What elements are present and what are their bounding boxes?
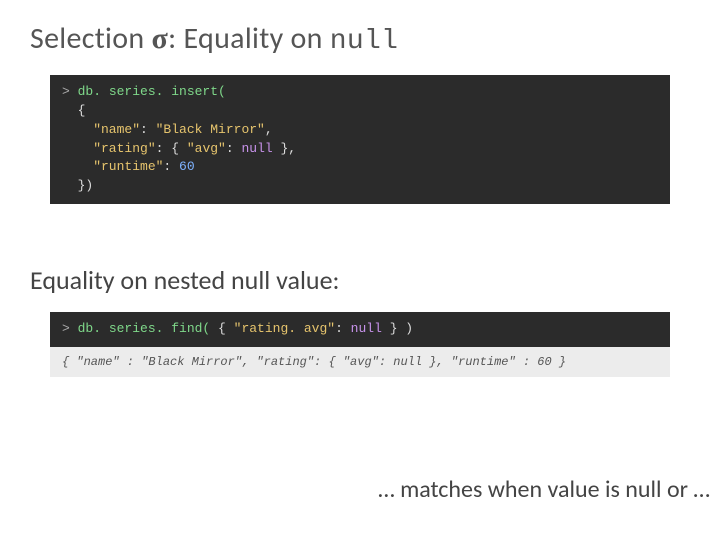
code-key: "rating. avg"	[234, 321, 335, 336]
code-number: 60	[179, 159, 195, 174]
prompt-symbol: >	[62, 84, 78, 99]
code-sep: :	[163, 159, 179, 174]
code-call: db. series. insert(	[78, 84, 226, 99]
code-key: "rating"	[62, 141, 156, 156]
title-mid: : Equality on	[168, 20, 330, 57]
code-sep: :	[335, 321, 351, 336]
code-block-find: > db. series. find( { "rating. avg": nul…	[50, 312, 670, 347]
code-sep: : {	[156, 141, 187, 156]
code-end: ,	[265, 122, 273, 137]
slide: Selection σ: Equality on null > db. seri…	[0, 0, 720, 540]
code-key: "name"	[62, 122, 140, 137]
sigma-symbol: σ	[152, 22, 169, 55]
code-sep: :	[140, 122, 156, 137]
code-call: db. series. find(	[78, 321, 211, 336]
footnote: … matches when value is null or …	[378, 475, 710, 504]
result-block: { "name" : "Black Mirror", "rating": { "…	[50, 347, 670, 377]
title-mono: null	[330, 26, 398, 57]
code-string: "Black Mirror"	[156, 122, 265, 137]
code-null: null	[241, 141, 272, 156]
prompt-symbol: >	[62, 321, 78, 336]
code-null: null	[351, 321, 382, 336]
code-end: },	[273, 141, 296, 156]
code-line: {	[62, 103, 85, 118]
code-line: })	[62, 178, 93, 193]
code-sep: {	[210, 321, 233, 336]
code-key: "avg"	[187, 141, 226, 156]
subheading: Equality on nested null value:	[30, 264, 690, 296]
code-key: "runtime"	[62, 159, 163, 174]
code-block-insert: > db. series. insert( { "name": "Black M…	[50, 75, 670, 204]
code-sep: :	[226, 141, 242, 156]
title-prefix: Selection	[30, 20, 152, 57]
code-end: } )	[382, 321, 413, 336]
page-title: Selection σ: Equality on null	[30, 20, 690, 57]
